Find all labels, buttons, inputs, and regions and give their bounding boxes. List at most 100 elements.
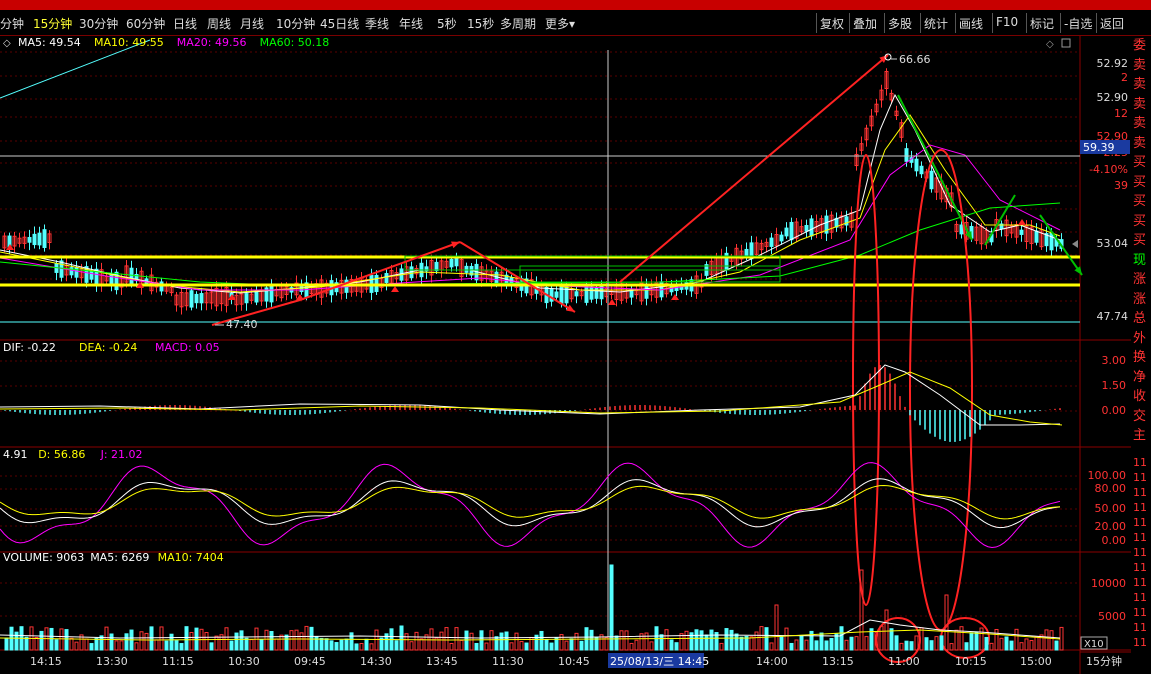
volume-bar — [509, 642, 514, 651]
time-axis-label: 14:00 — [756, 655, 788, 668]
price-axis-label: 52.92 — [1097, 57, 1129, 70]
quote-label-8: 买 — [1133, 194, 1147, 209]
candle-body — [594, 287, 599, 299]
candle-body — [454, 257, 459, 267]
panel-maximize-icon — [1061, 38, 1071, 48]
quote-label-0: 委 — [1133, 38, 1147, 53]
quote-label-13: 涨 — [1133, 291, 1147, 307]
price-axis-label: 52.90 — [1097, 91, 1129, 104]
quote-label-4: 卖 — [1133, 116, 1147, 131]
volume-bar — [239, 630, 244, 651]
volume-bar — [119, 640, 124, 651]
right-mini-axis-label: 11 — [1133, 561, 1147, 574]
volume-bar — [1009, 640, 1014, 651]
volume-bar — [329, 640, 334, 651]
volume-bar — [739, 636, 744, 651]
volume-bar — [84, 638, 89, 651]
kdj-axis-label: 20.00 — [1095, 520, 1127, 533]
quote-label-9: 买 — [1133, 213, 1147, 229]
volume-bar — [764, 627, 769, 651]
volume-bar — [469, 632, 474, 651]
candle-body — [189, 290, 194, 308]
volume-bar — [839, 626, 844, 651]
quote-label-3: 卖 — [1133, 96, 1147, 112]
volume-bar — [854, 636, 859, 651]
volume-bar — [709, 629, 714, 651]
trend-arrow-up-head — [451, 241, 460, 249]
time-axis-label: 10:15 — [955, 655, 987, 668]
volume-bar — [334, 642, 339, 651]
volume-bar — [624, 630, 629, 651]
right-mini-axis-label: 11 — [1133, 471, 1147, 484]
right-mini-axis-label: 11 — [1133, 486, 1147, 499]
candle-body — [804, 225, 809, 232]
candle-body — [809, 218, 814, 237]
volume-bar — [419, 638, 424, 651]
kdj-axis-label: 0.00 — [1102, 534, 1127, 547]
volume-bar — [269, 631, 274, 651]
volume-bar — [544, 639, 549, 651]
volume-bar — [554, 637, 559, 651]
time-axis-label: 11:30 — [492, 655, 524, 668]
volume-bar — [619, 630, 624, 651]
volume-bar — [489, 630, 494, 651]
volume-bar — [394, 640, 399, 651]
volume-bar — [794, 639, 799, 651]
volume-bar — [144, 632, 149, 651]
volume-bar — [774, 604, 779, 651]
volume-bar — [929, 640, 934, 651]
volume-bar — [484, 642, 489, 651]
volume-bar — [114, 640, 119, 651]
volume-bar — [844, 639, 849, 651]
right-mini-axis-label: 11 — [1133, 606, 1147, 619]
box-annotation — [519, 265, 781, 283]
volume-bar — [699, 630, 704, 651]
trend-arrow-peak — [619, 54, 889, 283]
time-axis-label: 14:30 — [360, 655, 392, 668]
j-line — [0, 462, 1061, 548]
volume-bar — [1044, 629, 1049, 651]
volume-bar — [939, 635, 944, 651]
volume-bar — [409, 641, 414, 651]
candle-body — [919, 165, 924, 175]
time-axis-label: 13:30 — [96, 655, 128, 668]
volume-bar — [914, 635, 919, 651]
buy-signal-icon — [1018, 219, 1026, 225]
volume-bar — [589, 629, 594, 651]
volume-bar — [549, 642, 554, 651]
candle-body — [384, 273, 389, 283]
volume-bar — [659, 634, 664, 651]
volume-bar — [74, 641, 79, 651]
quote-label-11: 现 — [1133, 252, 1147, 268]
volume-bar — [694, 629, 699, 651]
time-axis-label: 09:45 — [294, 655, 326, 668]
candle-body — [574, 291, 579, 297]
volume-bar — [304, 625, 309, 651]
volume-bar — [374, 629, 379, 651]
macd-legend-2: MACD: 0.05 — [155, 341, 220, 354]
volume-bar — [754, 631, 759, 651]
high-price-label: 66.66 — [899, 53, 931, 66]
candle-body — [269, 284, 274, 303]
volume-bar — [614, 635, 619, 651]
volume-bar — [49, 627, 54, 651]
volume-bar — [24, 636, 29, 651]
time-axis-label: 11:00 — [888, 655, 920, 668]
volume-bar — [729, 629, 734, 651]
candle-body — [194, 293, 199, 304]
volume-bar — [784, 627, 789, 651]
period-tag: 15分钟 — [1086, 654, 1122, 668]
volume-bar — [104, 626, 109, 651]
volume-bar — [354, 643, 359, 651]
quote-label-16: 换 — [1133, 350, 1147, 365]
volume-bar — [934, 636, 939, 651]
volume-legend-0: VOLUME: 9063 — [3, 551, 84, 564]
volume-bar — [154, 639, 159, 651]
kline-chart[interactable]: 66.66 47.40 ◇ MA5: 49.54 MA10: 49.55 MA20: 49… — [0, 0, 1151, 674]
volume-bar — [879, 625, 884, 651]
quote-side-panel: 委卖卖卖卖卖买买买买买现涨涨总外换净收交主 — [1131, 36, 1151, 456]
volume-bar — [924, 637, 929, 651]
macd-legend-1: DEA: -0.24 — [79, 341, 137, 354]
volume-bar — [279, 634, 284, 651]
volume-bar — [229, 640, 234, 651]
